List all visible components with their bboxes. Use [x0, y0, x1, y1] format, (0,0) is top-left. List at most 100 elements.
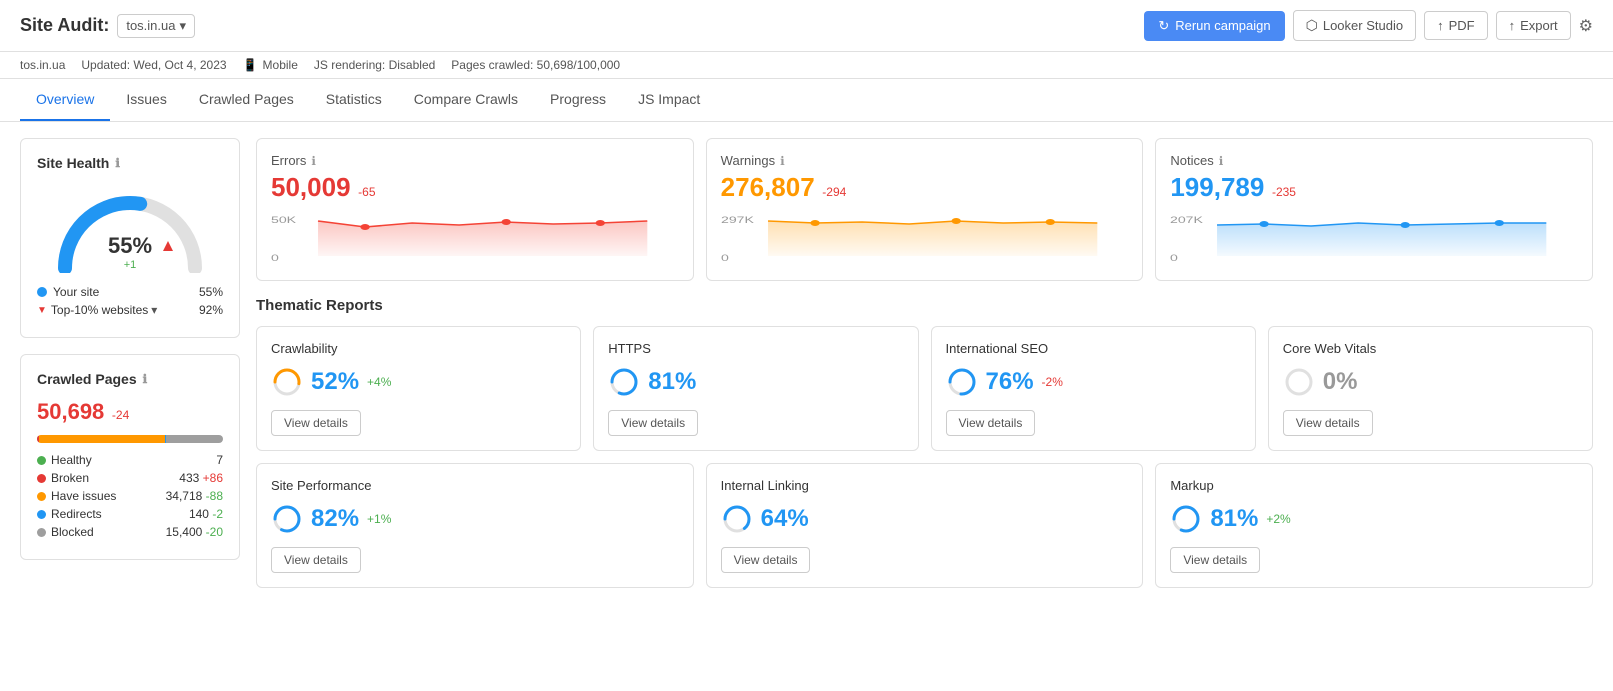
stats-rows: Healthy 7 Broken 433 +86 Have issues 34,…	[37, 453, 223, 539]
report-card-title: Site Performance	[271, 478, 679, 493]
tab-compare-crawls[interactable]: Compare Crawls	[398, 79, 534, 121]
warnings-delta: -294	[822, 185, 846, 199]
pdf-button[interactable]: ↑ PDF	[1424, 11, 1488, 40]
site-health-info-icon[interactable]: ℹ	[115, 156, 120, 170]
top10-triangle-icon: ▼	[37, 305, 47, 316]
pdf-label: PDF	[1449, 18, 1475, 33]
report-card: HTTPS 81% View details	[593, 326, 918, 451]
export-button[interactable]: ↑ Export	[1496, 11, 1571, 40]
rerun-campaign-button[interactable]: ↻ Rerun campaign	[1144, 11, 1284, 41]
stat-values: 433 +86	[179, 471, 223, 485]
circle-progress	[946, 366, 978, 398]
stat-value: 140	[189, 507, 209, 521]
circle-progress	[271, 366, 303, 398]
crawled-pages-card: Crawled Pages ℹ 50,698 -24 Healthy 7	[20, 354, 240, 560]
notices-chart: 207K 0	[1170, 211, 1578, 266]
crawled-pages-info-icon[interactable]: ℹ	[143, 372, 148, 386]
crawled-pages-bar	[37, 435, 223, 443]
campaign-name: tos.in.ua	[126, 18, 175, 33]
notices-value: 199,789	[1170, 172, 1264, 202]
gauge-label: 55% +1	[108, 233, 152, 271]
stat-row: Healthy 7	[37, 453, 223, 467]
view-details-button[interactable]: View details	[271, 410, 361, 436]
looker-studio-button[interactable]: ⬡ Looker Studio	[1293, 10, 1416, 41]
errors-info-icon[interactable]: ℹ	[311, 154, 316, 168]
errors-value-row: 50,009 -65	[271, 172, 679, 203]
stat-row: Broken 433 +86	[37, 471, 223, 485]
js-rendering-label: JS rendering: Disabled	[314, 58, 435, 72]
pb-orange	[39, 435, 165, 443]
report-card-title: Markup	[1170, 478, 1578, 493]
errors-chart: 50K 0	[271, 211, 679, 266]
report-card: Markup 81% +2% View details	[1155, 463, 1593, 588]
tab-statistics[interactable]: Statistics	[310, 79, 398, 121]
view-details-button[interactable]: View details	[1283, 410, 1373, 436]
tab-overview[interactable]: Overview	[20, 79, 110, 121]
score-delta: +1%	[367, 512, 391, 526]
view-details-button[interactable]: View details	[946, 410, 1036, 436]
notices-card: Notices ℹ 199,789 -235	[1155, 138, 1593, 281]
tab-crawled-pages[interactable]: Crawled Pages	[183, 79, 310, 121]
warnings-info-icon[interactable]: ℹ	[780, 154, 785, 168]
stat-name: Broken	[51, 471, 89, 485]
view-details-button[interactable]: View details	[721, 547, 811, 573]
tab-js-impact[interactable]: JS Impact	[622, 79, 716, 121]
report-card-title: International SEO	[946, 341, 1241, 356]
stat-label: Have issues	[37, 489, 116, 503]
reports-grid-row2: Site Performance 82% +1% View details In…	[256, 463, 1593, 588]
top10-chevron-icon[interactable]: ▾	[151, 303, 157, 317]
stat-row: Redirects 140 -2	[37, 507, 223, 521]
report-card: Site Performance 82% +1% View details	[256, 463, 694, 588]
svg-text:0: 0	[271, 253, 279, 264]
gauge-container: 55% +1	[37, 183, 223, 273]
right-panel: Errors ℹ 50,009 -65 5	[256, 138, 1593, 588]
svg-text:50K: 50K	[271, 215, 296, 226]
score-delta: +2%	[1266, 512, 1290, 526]
tab-progress[interactable]: Progress	[534, 79, 622, 121]
stat-delta: +86	[203, 471, 223, 485]
report-card-title: HTTPS	[608, 341, 903, 356]
stat-values: 34,718 -88	[166, 489, 223, 503]
stat-row: Blocked 15,400 -20	[37, 525, 223, 539]
score-value: 64%	[761, 505, 809, 533]
stat-values: 15,400 -20	[166, 525, 223, 539]
top10-legend: ▼ Top-10% websites ▾ 92%	[37, 303, 223, 317]
pdf-icon: ↑	[1437, 18, 1444, 33]
stat-dot	[37, 474, 46, 483]
stat-dot	[37, 510, 46, 519]
report-card: Internal Linking 64% View details	[706, 463, 1144, 588]
warnings-card: Warnings ℹ 276,807 -294	[706, 138, 1144, 281]
chevron-down-icon: ▾	[179, 18, 186, 34]
pages-crawled-label: Pages crawled: 50,698/100,000	[451, 58, 620, 72]
notices-info-icon[interactable]: ℹ	[1219, 154, 1224, 168]
circle-progress	[1170, 503, 1202, 535]
report-score-row: 0%	[1283, 366, 1578, 398]
stat-row: Have issues 34,718 -88	[37, 489, 223, 503]
stat-name: Healthy	[51, 453, 92, 467]
score-value: 52%	[311, 368, 359, 396]
report-score-row: 81%	[608, 366, 903, 398]
stat-delta: -2	[212, 507, 223, 521]
view-details-button[interactable]: View details	[271, 547, 361, 573]
thematic-reports-title: Thematic Reports	[256, 297, 1593, 314]
tab-issues[interactable]: Issues	[110, 79, 182, 121]
sub-header: tos.in.ua Updated: Wed, Oct 4, 2023 📱 Mo…	[0, 52, 1613, 79]
domain-label: tos.in.ua	[20, 58, 65, 72]
stat-value: 15,400	[166, 525, 203, 539]
report-card: Core Web Vitals 0% View details	[1268, 326, 1593, 451]
stat-label: Redirects	[37, 507, 102, 521]
your-site-legend: Your site 55%	[37, 285, 223, 299]
gauge-percent: 55%	[108, 233, 152, 259]
view-details-button[interactable]: View details	[1170, 547, 1260, 573]
header: Site Audit: tos.in.ua ▾ ↻ Rerun campaign…	[0, 0, 1613, 52]
score-delta: -2%	[1042, 375, 1063, 389]
campaign-dropdown[interactable]: tos.in.ua ▾	[117, 14, 195, 38]
settings-button[interactable]: ⚙	[1579, 16, 1593, 36]
view-details-button[interactable]: View details	[608, 410, 698, 436]
crawled-pages-value: 50,698	[37, 399, 104, 424]
page-title: Site Audit:	[20, 15, 109, 36]
header-right: ↻ Rerun campaign ⬡ Looker Studio ↑ PDF ↑…	[1144, 10, 1593, 41]
errors-card: Errors ℹ 50,009 -65 5	[256, 138, 694, 281]
stat-delta: -20	[206, 525, 223, 539]
circle-progress	[1283, 366, 1315, 398]
